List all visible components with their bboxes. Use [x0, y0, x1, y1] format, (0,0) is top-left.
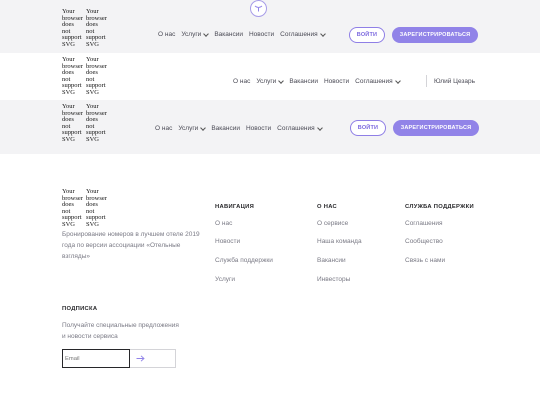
footer-description: Бронирование номеров в лучшем отеле 2019… [62, 231, 200, 260]
main-nav: О нас Услуги Вакансии Новости Соглашения [233, 77, 406, 85]
subscribe-submit-button[interactable] [130, 349, 176, 368]
nav-item-vacancies[interactable]: Вакансии [214, 31, 243, 38]
logo[interactable]: Your Your browser browser does does not not … [62, 8, 110, 49]
nav-divider [426, 75, 427, 87]
nav-item-agreements[interactable]: Соглашения [280, 30, 326, 38]
register-button[interactable]: ЗАРЕГИСТРИРОВАТЬСЯ [393, 120, 479, 136]
login-button[interactable]: ВОЙТИ [350, 120, 386, 136]
email-field[interactable] [65, 356, 125, 362]
footer-link[interactable]: Сообщество [405, 238, 443, 245]
footer-col-title-about: О НАС [317, 204, 338, 210]
chevron-down-icon [203, 30, 210, 37]
user-name[interactable]: Юлий Цезарь [434, 78, 475, 85]
footer-link[interactable]: Новости [215, 238, 240, 245]
nav-item-news[interactable]: Новости [324, 78, 349, 85]
footer-link[interactable]: Связь с нами [405, 257, 445, 264]
nav-item-news[interactable]: Новости [246, 125, 271, 132]
footer-col-title-navigation: НАВИГАЦИЯ [215, 204, 255, 210]
nav-item-agreements[interactable]: Соглашения [355, 77, 401, 85]
footer-link[interactable]: О сервисе [317, 220, 348, 227]
logo[interactable]: Your Your browser browser does does not not … [62, 56, 110, 97]
nav-item-news[interactable]: Новости [249, 31, 274, 38]
logo[interactable]: Your Your browser browser does does not not … [62, 103, 110, 144]
footer-link[interactable]: Служба поддержки [215, 257, 273, 264]
email-field-wrapper [62, 349, 130, 368]
arrow-right-icon [136, 355, 145, 362]
footer-link[interactable]: Соглашения [405, 220, 443, 227]
chevron-down-icon [278, 77, 285, 84]
subscribe-text: Получайте специальные предложения и ново… [62, 322, 179, 340]
nav-item-services[interactable]: Услуги [181, 30, 210, 38]
chevron-down-icon [319, 30, 326, 37]
nav-item-vacancies[interactable]: Вакансии [289, 78, 318, 85]
register-button[interactable]: ЗАРЕГИСТРИРОВАТЬСЯ [392, 27, 478, 43]
nav-item-about[interactable]: О нас [155, 125, 172, 132]
chevron-down-icon [200, 124, 207, 131]
footer-link[interactable]: Вакансии [317, 257, 346, 264]
footer-link[interactable]: Услуги [215, 276, 235, 283]
nav-item-about[interactable]: О нас [233, 78, 250, 85]
nav-item-services[interactable]: Услуги [178, 124, 207, 132]
nav-item-about[interactable]: О нас [158, 31, 175, 38]
nav-item-vacancies[interactable]: Вакансии [211, 125, 240, 132]
chevron-down-icon [316, 124, 323, 131]
subscribe-title: ПОДПИСКА [62, 306, 98, 312]
emblem-icon [250, 0, 267, 17]
footer-col-title-support: СЛУЖБА ПОДДЕРЖКИ [405, 204, 474, 210]
footer-link[interactable]: Инвесторы [317, 276, 350, 283]
main-nav: О нас Услуги Вакансии Новости Соглашения [155, 124, 328, 132]
chevron-down-icon [394, 77, 401, 84]
footer-logo[interactable]: Your Your browser browser does does not not … [62, 188, 110, 229]
nav-item-agreements[interactable]: Соглашения [277, 124, 323, 132]
nav-item-services[interactable]: Услуги [256, 77, 285, 85]
main-nav: О нас Услуги Вакансии Новости Соглашения [158, 30, 331, 38]
login-button[interactable]: ВОЙТИ [349, 27, 385, 43]
footer-link[interactable]: Наша команда [317, 238, 362, 245]
footer-link[interactable]: О нас [215, 220, 232, 227]
